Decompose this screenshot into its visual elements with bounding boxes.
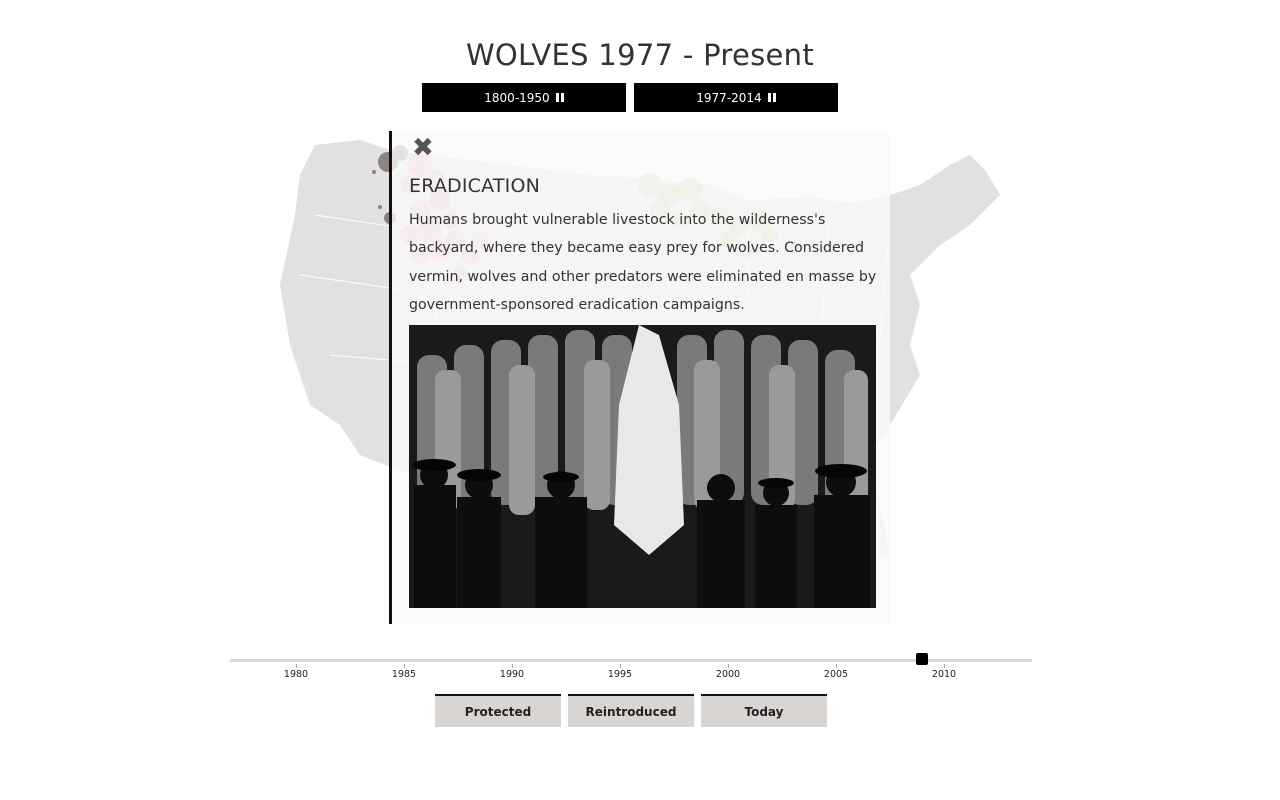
historical-photo xyxy=(409,325,876,608)
timeline-tick xyxy=(836,664,837,668)
timeline-tick xyxy=(404,664,405,668)
protected-button[interactable]: Protected xyxy=(435,694,561,727)
era-button-1800-1950[interactable]: 1800-1950 xyxy=(422,83,626,112)
timeline-tick-label: 1985 xyxy=(391,669,417,680)
timeline-tick xyxy=(296,664,297,668)
era-button-label: 1977-2014 xyxy=(696,90,762,105)
close-icon[interactable]: ✖ xyxy=(412,135,434,161)
reintroduced-button[interactable]: Reintroduced xyxy=(568,694,694,727)
panel-heading: ERADICATION xyxy=(409,175,541,197)
timeline-tick xyxy=(944,664,945,668)
timeline-tick-label: 2000 xyxy=(715,669,741,680)
timeline-tick-label: 1995 xyxy=(607,669,633,680)
timeline-handle[interactable] xyxy=(916,653,929,665)
timeline-tick xyxy=(728,664,729,668)
timeline-tick-label: 1990 xyxy=(499,669,525,680)
today-button[interactable]: Today xyxy=(701,694,827,727)
pause-icon xyxy=(767,93,776,102)
era-button-1977-2014[interactable]: 1977-2014 xyxy=(634,83,838,112)
timeline-tick xyxy=(512,664,513,668)
timeline-track[interactable] xyxy=(230,659,1032,662)
page-title: WOLVES 1977 - Present xyxy=(465,38,815,72)
timeline-tick-label: 2010 xyxy=(931,669,957,680)
photo-illustration xyxy=(409,325,876,608)
year-timeline[interactable]: 1980 1985 1990 1995 2000 2005 2010 xyxy=(230,650,1032,680)
info-panel: ✖ ERADICATION Humans brought vulnerable … xyxy=(389,131,890,624)
era-button-label: 1800-1950 xyxy=(484,90,550,105)
timeline-tick-label: 1980 xyxy=(283,669,309,680)
timeline-tick xyxy=(620,664,621,668)
panel-body: Humans brought vulnerable livestock into… xyxy=(409,212,877,313)
pause-icon xyxy=(555,93,564,102)
timeline-tick-label: 2005 xyxy=(823,669,849,680)
